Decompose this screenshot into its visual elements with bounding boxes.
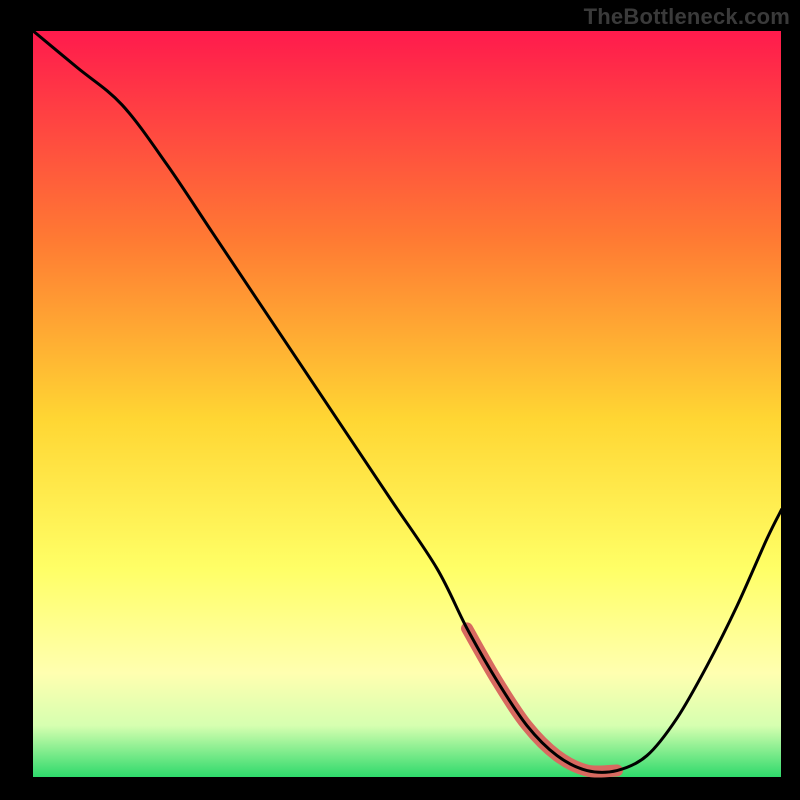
plot-background	[32, 30, 782, 778]
chart-stage: TheBottleneck.com	[0, 0, 800, 800]
bottleneck-chart	[0, 0, 800, 800]
